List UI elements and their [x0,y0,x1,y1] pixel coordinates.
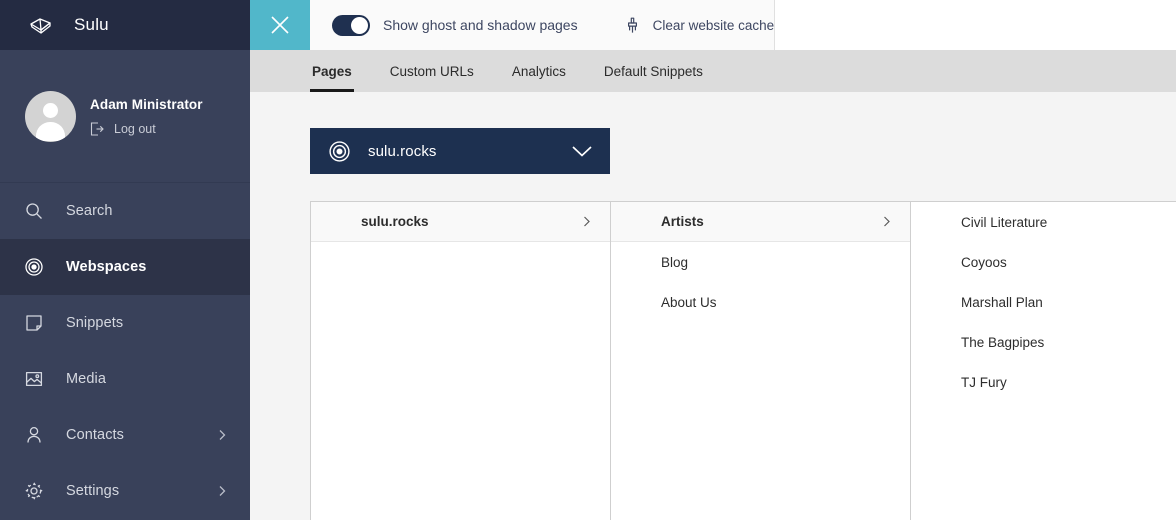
sidebar-item-settings[interactable]: Settings [0,463,250,519]
column-item[interactable]: sulu.rocks [311,202,610,242]
sidebar-nav: Search Webspaces Snippets Media Contacts… [0,183,250,519]
column-item[interactable]: The Bagpipes [911,322,1176,362]
toggle-switch[interactable] [332,14,370,36]
sidebar-item-label: Webspaces [66,259,147,275]
column-item-label: Marshall Plan [961,294,1043,310]
main-area: Show ghost and shadow pages Clear websit… [250,0,1176,520]
ghost-pages-toggle-label: Show ghost and shadow pages [383,17,578,33]
column-item-label: Civil Literature [961,214,1048,230]
tab-pages[interactable]: Pages [310,50,354,92]
column-2: Artists Blog About Us [611,202,911,520]
column-item[interactable]: Blog [611,242,910,282]
column-item-label: Blog [661,254,689,270]
webspace-select[interactable]: sulu.rocks [310,128,610,174]
brand-name: Sulu [74,15,109,34]
tab-analytics[interactable]: Analytics [510,50,568,92]
toolbar-row: Show ghost and shadow pages Clear websit… [250,0,1176,50]
chevron-right-icon [881,216,892,227]
clear-cache-label: Clear website cache [652,17,775,33]
column-item-label: About Us [661,294,717,310]
logout-label: Log out [114,121,156,136]
sidebar-item-label: Settings [66,483,120,499]
toolbar: Show ghost and shadow pages Clear websit… [310,0,776,50]
tab-custom-urls[interactable]: Custom URLs [388,50,476,92]
column-item[interactable]: Coyoos [911,242,1176,282]
sulu-admin-app: Sulu Adam Ministrator Log out Search Web… [0,0,1176,520]
brush-icon [624,17,641,34]
close-button[interactable] [250,0,310,50]
snippet-icon [24,313,44,333]
gear-icon [24,481,44,501]
avatar-body [36,121,65,141]
column-item-label: The Bagpipes [961,334,1045,350]
target-icon [328,140,351,163]
sidebar-item-label: Search [66,203,113,219]
avatar-head [43,102,58,118]
sidebar-item-media[interactable]: Media [0,351,250,407]
column-item[interactable]: TJ Fury [911,362,1176,402]
chevron-right-icon [216,429,228,441]
column-item-label: Artists [661,214,704,229]
sidebar-item-label: Media [66,371,106,387]
column-browser: sulu.rocks Artists Blog About Us Civil L… [310,201,1176,520]
column-item[interactable]: Artists [611,202,910,242]
column-3: Civil Literature Coyoos Marshall Plan Th… [911,202,1176,520]
sidebar-item-snippets[interactable]: Snippets [0,295,250,351]
image-icon [24,369,44,389]
toolbar-filler [775,0,1176,50]
column-item-label: TJ Fury [961,374,1007,390]
user-block: Adam Ministrator Log out [0,50,250,183]
content-area: sulu.rocks sulu.rocks Artists Blog About… [250,92,1176,520]
sidebar-item-label: Snippets [66,315,124,331]
sidebar-item-contacts[interactable]: Contacts [0,407,250,463]
sulu-cube-icon [28,12,54,38]
webspace-select-value: sulu.rocks [368,142,437,160]
tabbar: Pages Custom URLs Analytics Default Snip… [250,50,1176,92]
user-meta: Adam Ministrator Log out [90,97,203,136]
tab-label: Analytics [511,63,566,79]
column-1: sulu.rocks [311,202,611,520]
logout-button[interactable]: Log out [90,122,203,136]
toggle-knob [351,16,368,34]
user-name: Adam Ministrator [90,96,203,112]
tab-default-snippets[interactable]: Default Snippets [602,50,705,92]
column-item[interactable]: Civil Literature [911,202,1176,242]
column-item[interactable]: About Us [611,282,910,322]
sidebar-item-webspaces[interactable]: Webspaces [0,239,250,295]
clear-cache-button[interactable]: Clear website cache [624,17,775,34]
chevron-right-icon [581,216,592,227]
target-icon [24,257,44,277]
person-icon [24,425,44,445]
tab-label: Custom URLs [389,63,474,79]
chevron-down-icon [571,144,593,158]
close-icon [269,14,291,36]
brand-header[interactable]: Sulu [0,0,250,50]
tab-label: Pages [312,63,352,79]
chevron-right-icon [216,485,228,497]
sidebar: Sulu Adam Ministrator Log out Search Web… [0,0,250,520]
logout-icon [90,121,104,136]
sidebar-item-search[interactable]: Search [0,183,250,239]
search-icon [24,201,44,221]
avatar[interactable] [25,90,76,142]
column-item[interactable]: Marshall Plan [911,282,1176,322]
column-item-label: Coyoos [961,254,1007,270]
sidebar-item-label: Contacts [66,427,125,443]
tab-label: Default Snippets [603,63,703,79]
column-item-label: sulu.rocks [361,214,429,229]
ghost-pages-toggle[interactable]: Show ghost and shadow pages [332,14,578,36]
